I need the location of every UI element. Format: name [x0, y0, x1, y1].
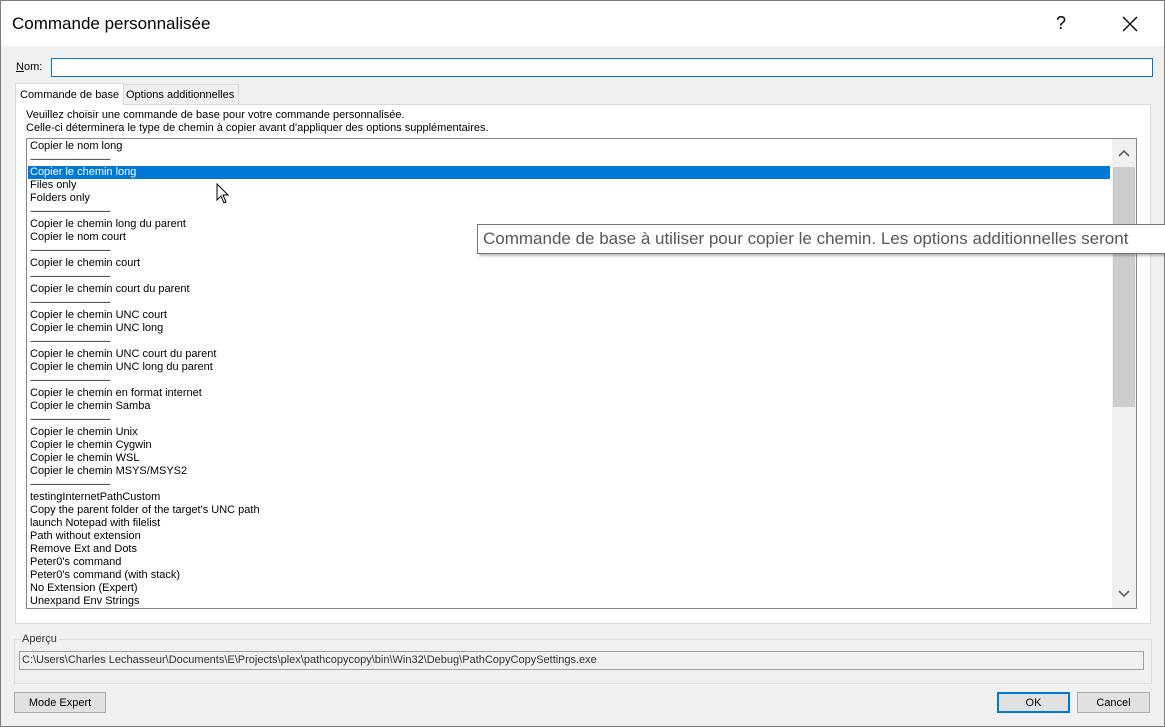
list-item[interactable]: Path without extension: [28, 530, 1110, 543]
list-item[interactable]: Copier le chemin MSYS/MSYS2: [28, 465, 1110, 478]
chevron-up-icon: [1118, 149, 1130, 157]
list-separator: ----------------------------------------: [30, 375, 111, 385]
list-item[interactable]: launch Notepad with filelist: [28, 517, 1110, 530]
name-label-rest: om:: [23, 61, 43, 73]
list-item[interactable]: Copier le chemin en format internet: [28, 387, 1110, 400]
list-item[interactable]: Copier le chemin Unix: [28, 426, 1110, 439]
list-item[interactable]: Peter0's command (with stack): [28, 569, 1110, 582]
tab-commande-de-base[interactable]: Commande de base: [15, 83, 125, 105]
expert-mode-button[interactable]: Mode Expert: [14, 692, 106, 713]
cancel-button[interactable]: Cancel: [1077, 692, 1150, 713]
list-item[interactable]: Peter0's command: [28, 556, 1110, 569]
tab-options-additionnelles[interactable]: Options additionnelles: [121, 84, 240, 105]
list-item[interactable]: No Extension (Expert): [28, 582, 1110, 595]
list-item[interactable]: Files only: [28, 179, 1110, 192]
vertical-scrollbar[interactable]: [1112, 139, 1136, 608]
list-item[interactable]: Copier le chemin long: [28, 166, 1110, 179]
list-item[interactable]: Copier le chemin UNC long: [28, 322, 1110, 335]
close-button[interactable]: [1107, 1, 1153, 46]
list-item[interactable]: Folders only: [28, 192, 1110, 205]
list-item[interactable]: Copier le chemin UNC court: [28, 309, 1110, 322]
list-separator: ----------------------------------------: [30, 336, 111, 346]
list-items: Copier le nom long ----------------------…: [28, 140, 1110, 608]
list-separator: ----------------------------------------: [30, 271, 111, 281]
scroll-down-button[interactable]: [1112, 582, 1136, 606]
list-item[interactable]: Remove Ext and Dots: [28, 543, 1110, 556]
list-item[interactable]: Copier le chemin WSL: [28, 452, 1110, 465]
scroll-thumb[interactable]: [1113, 167, 1135, 407]
list-item[interactable]: Copier le chemin UNC long du parent: [28, 361, 1110, 374]
list-item[interactable]: Copier le chemin court: [28, 257, 1110, 270]
name-label: Nom:: [16, 61, 42, 73]
base-command-list[interactable]: Copier le nom long ----------------------…: [26, 138, 1137, 609]
name-input[interactable]: [51, 58, 1153, 77]
tab-label: Options additionnelles: [126, 88, 235, 101]
title-bar: Commande personnalisée ?: [1, 1, 1164, 46]
list-item[interactable]: Copier le chemin court du parent: [28, 283, 1110, 296]
ok-button[interactable]: OK: [997, 692, 1070, 713]
close-icon: [1122, 16, 1138, 31]
tooltip: Commande de base à utiliser pour copier …: [477, 224, 1165, 254]
list-separator: ----------------------------------------: [30, 414, 111, 424]
description-line-1: Veuillez choisir une commande de base po…: [26, 109, 405, 121]
list-separator: ----------------------------------------: [30, 297, 111, 307]
list-separator: ----------------------------------------: [30, 154, 111, 164]
description-line-2: Celle-ci déterminera le type de chemin à…: [26, 122, 489, 134]
list-item[interactable]: Copier le chemin Cygwin: [28, 439, 1110, 452]
list-item[interactable]: Unexpand Env Strings: [28, 595, 1110, 608]
preview-field: C:\Users\Charles Lechasseur\Documents\E\…: [19, 651, 1144, 670]
scroll-up-button[interactable]: [1112, 141, 1136, 165]
tab-label: Commande de base: [20, 88, 120, 101]
list-separator: ----------------------------------------: [30, 206, 111, 216]
mouse-cursor-icon: [216, 183, 230, 204]
list-item[interactable]: Copy the parent folder of the target's U…: [28, 504, 1110, 517]
dialog-title: Commande personnalisée: [12, 14, 211, 33]
preview-label: Aperçu: [20, 633, 59, 645]
list-separator: ----------------------------------------: [30, 479, 111, 489]
list-item[interactable]: Copier le nom long: [28, 140, 1110, 153]
help-button[interactable]: ?: [1038, 1, 1084, 46]
name-label-accel: N: [16, 61, 24, 73]
list-item[interactable]: Copier le chemin Samba: [28, 400, 1110, 413]
list-item[interactable]: testingInternetPathCustom: [28, 491, 1110, 504]
chevron-down-icon: [1118, 590, 1130, 598]
list-item[interactable]: Copier le chemin UNC court du parent: [28, 348, 1110, 361]
